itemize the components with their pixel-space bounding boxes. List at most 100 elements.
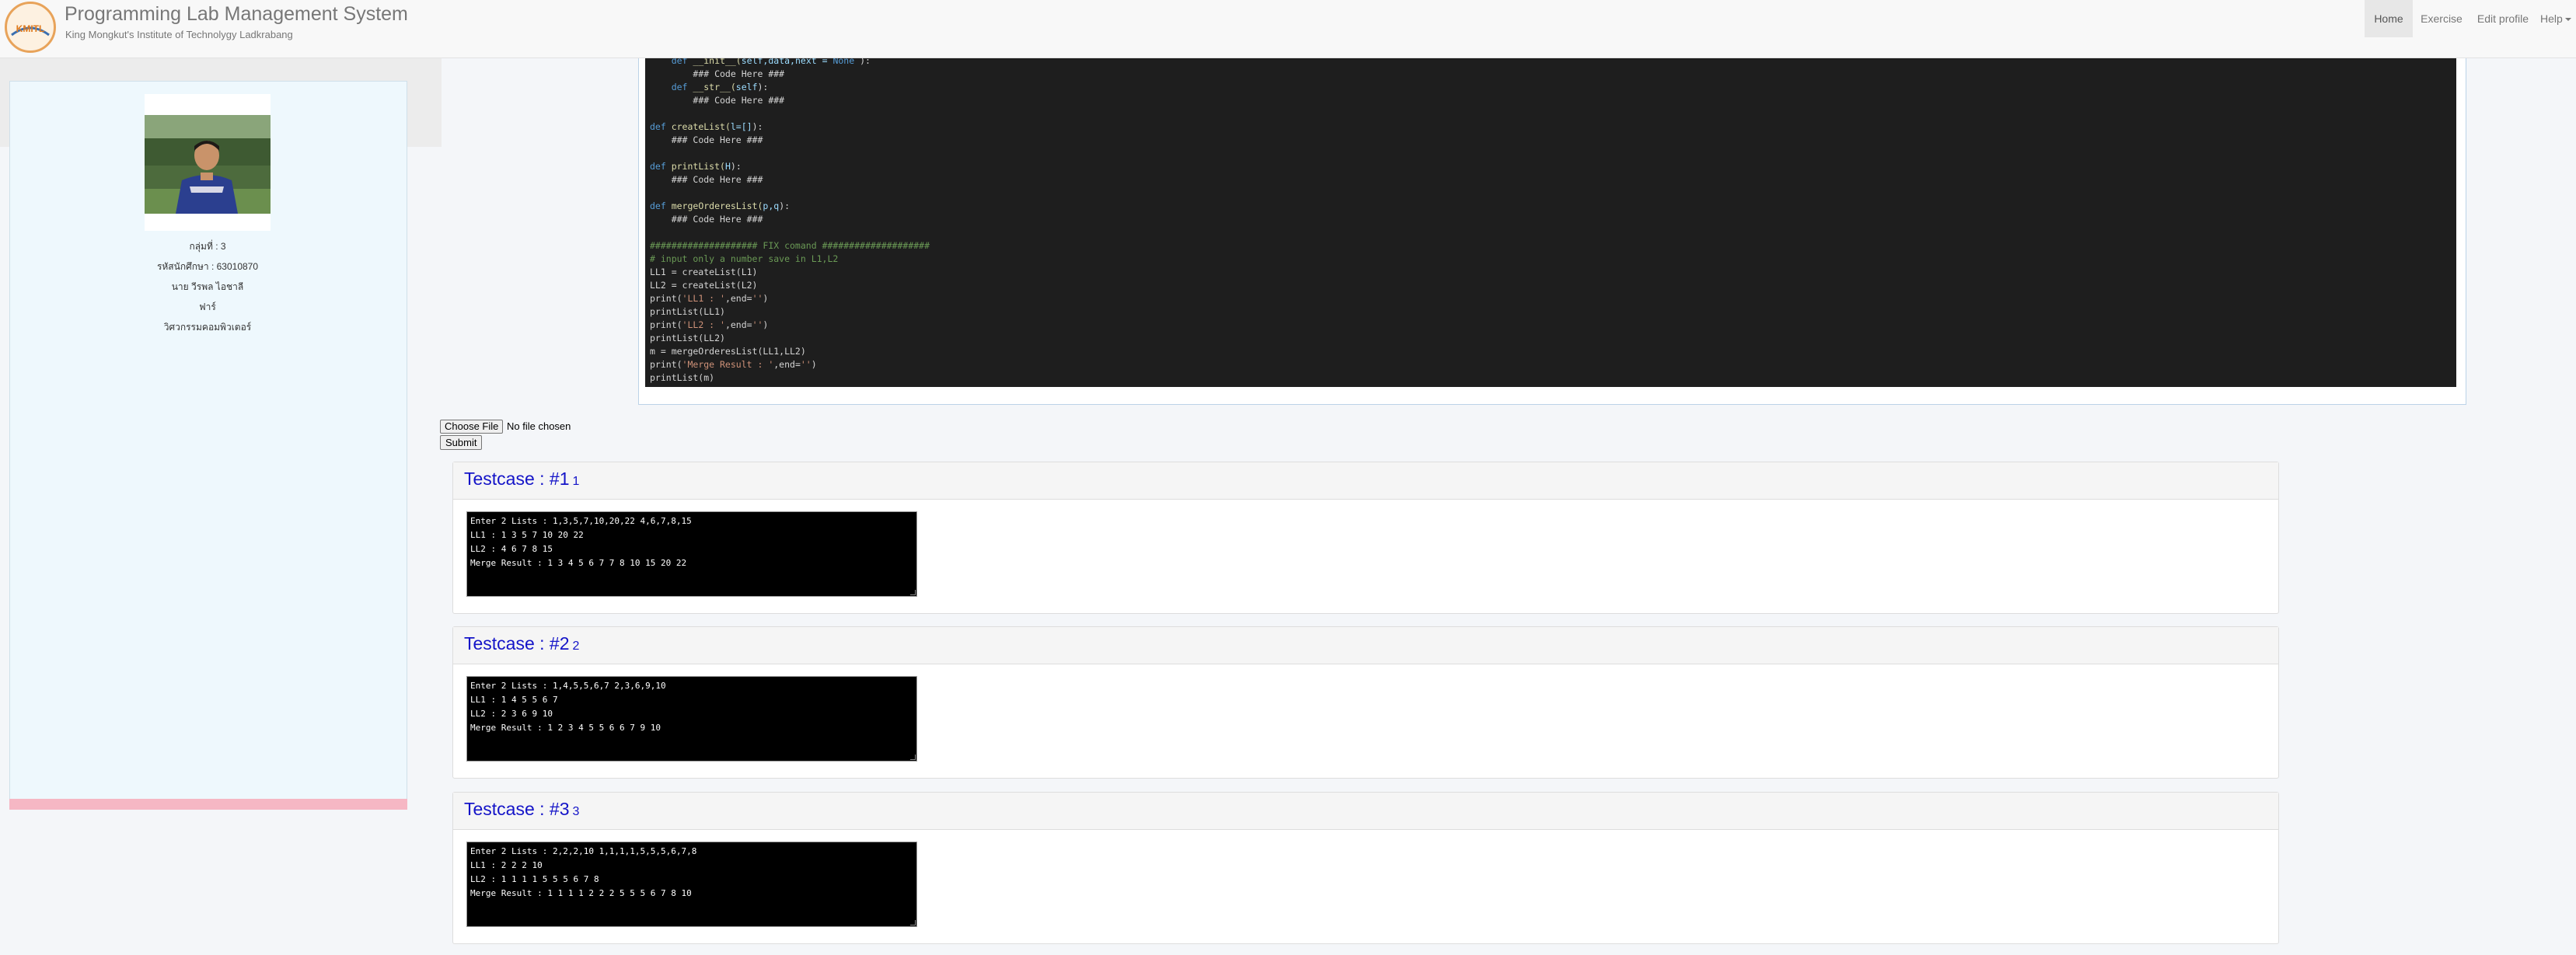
code-panel: def __init__(self,data,next = None ): ##… xyxy=(638,48,2466,405)
resize-grip-icon[interactable] xyxy=(910,590,916,595)
profile-nickname: ฟาร์ xyxy=(199,301,216,312)
output-line: LL1 : 2 2 2 10 xyxy=(470,860,543,870)
code-token: print( xyxy=(650,319,682,330)
testcase-output-box[interactable]: Enter 2 Lists : 2,2,2,10 1,1,1,1,5,5,5,6… xyxy=(466,842,917,927)
code-line: printList(m) xyxy=(650,371,714,385)
code-token: print( xyxy=(650,359,682,370)
code-token: # input only a number save in L1,L2 xyxy=(650,253,839,264)
code-token: ### Code Here ### xyxy=(693,95,785,106)
submit-button[interactable]: Submit xyxy=(440,435,483,450)
code-line: ### Code Here ### xyxy=(650,134,763,147)
code-line: LL1 = createList(L1) xyxy=(650,266,757,279)
output-line: Enter 2 Lists : 1,3,5,7,10,20,22 4,6,7,8… xyxy=(470,516,692,526)
code-token: ): xyxy=(779,200,791,211)
code-token: createList( xyxy=(665,121,731,132)
code-token: ) xyxy=(811,359,817,370)
code-token: ### Code Here ### xyxy=(671,214,763,225)
code-token: ,end= xyxy=(724,293,752,304)
code-line: print('LL1 : ',end='') xyxy=(650,292,768,305)
output-line: Enter 2 Lists : 2,2,2,10 1,1,1,1,5,5,5,6… xyxy=(470,846,697,856)
code-token: ### Code Here ### xyxy=(671,134,763,145)
code-line: print('Merge Result : ',end='') xyxy=(650,358,817,371)
code-line: def printList(H): xyxy=(650,160,742,173)
output-line: Merge Result : 1 1 1 1 2 2 2 5 5 5 6 7 8… xyxy=(470,888,692,898)
testcase-number: 3 xyxy=(572,805,580,818)
code-token: 'LL1 : ' xyxy=(682,293,725,304)
code-token: l=[] xyxy=(730,121,752,132)
testcase-header: Testcase : #3 3 xyxy=(453,793,2278,830)
avatar xyxy=(145,115,271,214)
code-editor[interactable]: def __init__(self,data,next = None ): ##… xyxy=(645,48,2456,387)
code-line: printList(LL1) xyxy=(650,305,725,319)
code-token: printList(LL2) xyxy=(650,333,725,343)
resize-grip-icon[interactable] xyxy=(910,920,916,925)
code-token: ### Code Here ### xyxy=(693,68,785,79)
code-token: 'LL2 : ' xyxy=(682,319,725,330)
code-line: def createList(l=[]): xyxy=(650,120,763,134)
output-line: Enter 2 Lists : 1,4,5,5,6,7 2,3,6,9,10 xyxy=(470,681,666,691)
code-token: p,q xyxy=(763,200,780,211)
nav-edit-profile[interactable]: Edit profile xyxy=(2472,0,2534,37)
code-line: def mergeOrderesList(p,q): xyxy=(650,200,790,213)
code-token: printList(LL1) xyxy=(650,306,725,317)
nav-exercise[interactable]: Exercise xyxy=(2417,0,2466,37)
testcase-title-text: Testcase : #1 xyxy=(464,469,570,489)
code-token: '' xyxy=(752,293,763,304)
nav-help[interactable]: Help xyxy=(2540,0,2576,37)
code-line: def __str__(self): xyxy=(650,81,769,94)
code-token: ): xyxy=(752,121,763,132)
code-line: #################### FIX comand ########… xyxy=(650,239,930,253)
app-subtitle: King Mongkut's Institute of Technolygy L… xyxy=(65,29,293,40)
logo-text: KMITL xyxy=(16,23,45,34)
testcase-number: 2 xyxy=(572,640,580,653)
code-token: ### Code Here ### xyxy=(671,174,763,185)
testcase-output-box[interactable]: Enter 2 Lists : 1,4,5,5,6,7 2,3,6,9,10 LL… xyxy=(466,676,917,762)
avatar-frame xyxy=(145,94,271,231)
output-line: LL2 : 4 6 7 8 15 xyxy=(470,544,553,554)
profile-student-id: รหัสนักศึกษา : 63010870 xyxy=(156,261,259,272)
nav-help-label: Help xyxy=(2540,12,2563,25)
testcase-title: Testcase : #2 2 xyxy=(464,633,579,654)
code-token: ): xyxy=(730,161,742,172)
profile-faculty: วิศวกรรมคอมพิวเตอร์ xyxy=(163,322,252,333)
testcase-header: Testcase : #2 2 xyxy=(453,627,2278,664)
nav-home[interactable]: Home xyxy=(2365,0,2413,37)
resize-grip-icon[interactable] xyxy=(910,755,916,760)
chevron-down-icon xyxy=(2564,18,2571,22)
code-token: ): xyxy=(757,82,769,92)
code-token: printList(m) xyxy=(650,372,715,383)
code-token: mergeOrderesList( xyxy=(665,200,763,211)
app-title[interactable]: Programming Lab Management System xyxy=(65,3,408,26)
testcase-panel: Testcase : #2 2 Enter 2 Lists : 1,4,5,5,6… xyxy=(452,626,2279,779)
testcase-panel: Testcase : #3 3 Enter 2 Lists : 2,2,2,10 … xyxy=(452,792,2279,944)
code-token: '' xyxy=(752,319,763,330)
testcase-output-box[interactable]: Enter 2 Lists : 1,3,5,7,10,20,22 4,6,7,8… xyxy=(466,511,917,597)
file-status-text: No file chosen xyxy=(507,420,571,432)
code-token: ) xyxy=(763,293,769,304)
code-token: ,end= xyxy=(773,359,801,370)
code-line: LL2 = createList(L2) xyxy=(650,279,757,292)
output-line: Merge Result : 1 3 4 5 6 7 7 8 10 15 20 … xyxy=(470,558,687,568)
code-token: ,end= xyxy=(724,319,752,330)
code-token: '' xyxy=(800,359,812,370)
code-token: printList( xyxy=(665,161,725,172)
code-line: printList(LL2) xyxy=(650,332,725,345)
testcase-title: Testcase : #3 3 xyxy=(464,799,579,820)
code-line: ### Code Here ### xyxy=(650,213,763,226)
testcase-number: 1 xyxy=(572,475,580,488)
code-token: H xyxy=(724,161,731,172)
testcase-header: Testcase : #1 1 xyxy=(453,462,2278,500)
testcase-title-text: Testcase : #2 xyxy=(464,633,570,654)
code-line: # input only a number save in L1,L2 xyxy=(650,253,838,266)
top-navbar: KMITL Programming Lab Management System … xyxy=(0,0,2576,58)
code-token: def xyxy=(671,82,688,92)
output-line: LL2 : 2 3 6 9 10 xyxy=(470,709,553,719)
code-token: def xyxy=(650,200,666,211)
code-token: self xyxy=(735,82,758,92)
kmitl-logo[interactable]: KMITL xyxy=(5,2,56,53)
code-token: def xyxy=(650,161,666,172)
choose-file-button[interactable]: Choose File xyxy=(440,420,504,434)
code-token: LL1 = createList(L1) xyxy=(650,267,758,277)
code-token: __str__( xyxy=(687,82,736,92)
code-line: ### Code Here ### xyxy=(650,173,763,186)
